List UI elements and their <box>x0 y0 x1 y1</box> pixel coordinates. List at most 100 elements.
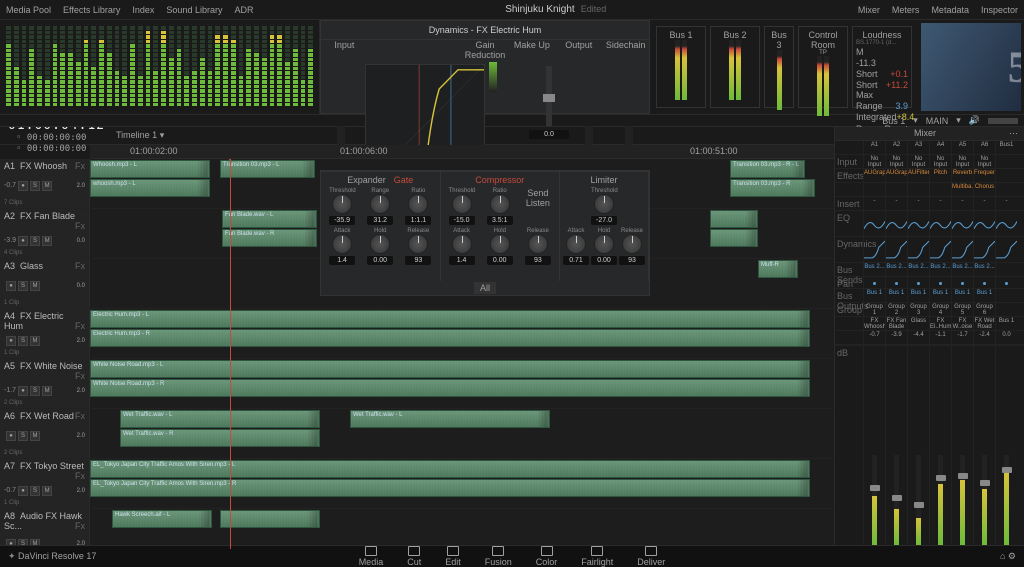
fader-a6[interactable] <box>973 346 995 549</box>
mixer-cell[interactable]: FX W..oise <box>951 317 973 330</box>
pan-control[interactable] <box>995 277 1017 288</box>
pan-control[interactable] <box>863 277 885 288</box>
solo-button[interactable]: S <box>30 386 40 396</box>
mixer-cell[interactable] <box>885 183 907 196</box>
mixer-cell[interactable]: No Input <box>951 155 973 168</box>
arm-button[interactable]: ● <box>18 486 28 496</box>
eq-mini-graph[interactable] <box>885 237 907 262</box>
dynamics-panel[interactable]: Dynamics - FX Electric Hum Input Gain Re… <box>320 20 650 114</box>
mixer-cell[interactable]: -0.7 <box>863 331 885 344</box>
eq-mini-graph[interactable] <box>973 211 995 236</box>
mute-button[interactable]: M <box>30 281 40 291</box>
mixer-cell[interactable]: -1.1 <box>929 331 951 344</box>
mixer-cell[interactable]: Bus 1 <box>885 289 907 302</box>
mixer-cell[interactable]: Bus 1 <box>929 289 951 302</box>
mixer-cell[interactable]: - <box>973 197 995 210</box>
dim-button[interactable] <box>988 118 1018 124</box>
mixer-cell[interactable]: A2 <box>885 141 907 154</box>
effects-library-tab[interactable]: Effects Library <box>63 5 120 15</box>
mute-button[interactable]: M <box>30 336 40 346</box>
mixer-cell[interactable]: A6 <box>973 141 995 154</box>
fader-a5[interactable] <box>951 346 973 549</box>
mixer-cell[interactable] <box>995 169 1017 182</box>
mixer-cell[interactable]: Group 1 <box>863 303 885 316</box>
mixer-cell[interactable]: Bus 1 <box>863 289 885 302</box>
control-room[interactable]: Control RoomTP <box>798 26 848 108</box>
mixer-options-icon[interactable]: ⋯ <box>1009 128 1018 139</box>
mute-button[interactable]: M <box>42 486 52 496</box>
monitor-bus-select[interactable]: Bus 1 <box>882 116 905 126</box>
mute-button[interactable]: M <box>30 431 40 441</box>
mixer-cell[interactable]: A3 <box>907 141 929 154</box>
audio-clip[interactable]: Wet Traffic.wav - L <box>350 410 550 428</box>
page-cut[interactable]: Cut <box>407 546 421 567</box>
track-header[interactable]: A5 FX White Noise Fx -1.7●SM2.0 2 Clips <box>0 359 90 408</box>
compressor-section[interactable]: Compressor Threshold-15.0 Ratio3.5:1 Sen… <box>441 172 561 281</box>
mixer-cell[interactable]: -2.4 <box>973 331 995 344</box>
audio-clip[interactable]: Wet Traffic.wav - L <box>120 410 320 428</box>
eq-mini-graph[interactable] <box>951 237 973 262</box>
mixer-cell[interactable]: Bus 1 <box>995 317 1017 330</box>
expander-section[interactable]: ExpanderGate Threshold-35.9 Range31.2 Ra… <box>321 172 441 281</box>
audio-clip[interactable]: Hawk Screech.aif - L <box>112 510 212 528</box>
mixer-cell[interactable] <box>929 183 951 196</box>
pan-control[interactable] <box>973 277 995 288</box>
mixer-cell[interactable]: Group 4 <box>929 303 951 316</box>
arm-button[interactable]: ● <box>18 386 28 396</box>
pan-control[interactable] <box>885 277 907 288</box>
page-deliver[interactable]: Deliver <box>637 546 665 567</box>
mixer-cell[interactable]: Bus 1 <box>951 289 973 302</box>
home-icon[interactable]: ⌂ ⚙ <box>1000 551 1016 562</box>
mixer-cell[interactable] <box>863 183 885 196</box>
eq-mini-graph[interactable] <box>863 211 885 236</box>
track-lane[interactable]: Hawk Screech.aif - L <box>90 509 834 549</box>
adr-tab[interactable]: ADR <box>234 5 253 15</box>
track-lane[interactable]: White Noise Road.mp3 - LWhite Noise Road… <box>90 359 834 408</box>
audio-clip[interactable]: EL_Tokyo Japan City Traffic Amos With Si… <box>90 460 810 478</box>
mixer-cell[interactable]: Multiba... <box>951 183 973 196</box>
audio-clip[interactable]: Fan Blade.wav - R <box>222 229 317 247</box>
track-header[interactable]: A1 FX Whoosh Fx -0.7●SM2.0 7 Clips <box>0 159 90 208</box>
page-edit[interactable]: Edit <box>445 546 461 567</box>
mixer-cell[interactable]: Group 3 <box>907 303 929 316</box>
mixer-cell[interactable]: Bus 1 <box>907 289 929 302</box>
fader-bus1[interactable] <box>995 346 1017 549</box>
mixer-cell[interactable]: Group 6 <box>973 303 995 316</box>
solo-button[interactable]: S <box>30 236 40 246</box>
arm-button[interactable]: ● <box>6 336 16 346</box>
bus-2[interactable]: Bus 2 <box>710 26 760 108</box>
solo-button[interactable]: S <box>30 181 40 191</box>
mute-button[interactable]: M <box>42 236 52 246</box>
mixer-cell[interactable]: No Input <box>863 155 885 168</box>
track-header[interactable]: A8 Audio FX Hawk Sc... Fx ●SM2.0 <box>0 509 90 549</box>
inspector-tab[interactable]: Inspector <box>981 5 1018 15</box>
mixer-cell[interactable] <box>907 183 929 196</box>
playhead[interactable] <box>230 159 231 549</box>
audio-clip[interactable]: Transition 03.mp3 - R - L <box>730 160 805 178</box>
solo-button[interactable]: S <box>18 431 28 441</box>
mixer-cell[interactable] <box>995 263 1017 276</box>
arm-button[interactable]: ● <box>6 431 16 441</box>
mixer-cell[interactable]: - <box>929 197 951 210</box>
solo-button[interactable]: S <box>30 486 40 496</box>
audio-clip[interactable]: Muff-R <box>758 260 798 278</box>
mixer-cell[interactable]: Bus 2... <box>973 263 995 276</box>
mixer-cell[interactable]: - <box>951 197 973 210</box>
mixer-cell[interactable]: No Input <box>929 155 951 168</box>
mixer-cell[interactable]: No Input <box>885 155 907 168</box>
dynamics-controls[interactable]: ExpanderGate Threshold-35.9 Range31.2 Ra… <box>320 170 650 296</box>
fader-a2[interactable] <box>885 346 907 549</box>
pan-control[interactable] <box>907 277 929 288</box>
audio-clip[interactable]: Fan Blade.wav - L <box>222 210 317 228</box>
arm-button[interactable]: ● <box>18 181 28 191</box>
mixer-cell[interactable]: No Input <box>907 155 929 168</box>
track-header[interactable]: A7 FX Tokyo Street Fx -0.7●SM2.0 1 Clip <box>0 459 90 508</box>
mixer-cell[interactable]: Reverb <box>951 169 973 182</box>
mixer-cell[interactable]: Pitch <box>929 169 951 182</box>
pan-control[interactable] <box>951 277 973 288</box>
page-color[interactable]: Color <box>536 546 558 567</box>
mixer-cell[interactable]: AUGrap... <box>885 169 907 182</box>
eq-mini-graph[interactable] <box>863 237 885 262</box>
audio-clip[interactable]: Electric Hum.mp3 - R <box>90 329 810 347</box>
track-header[interactable]: A6 FX Wet Road Fx ●SM2.0 2 Clips <box>0 409 90 458</box>
